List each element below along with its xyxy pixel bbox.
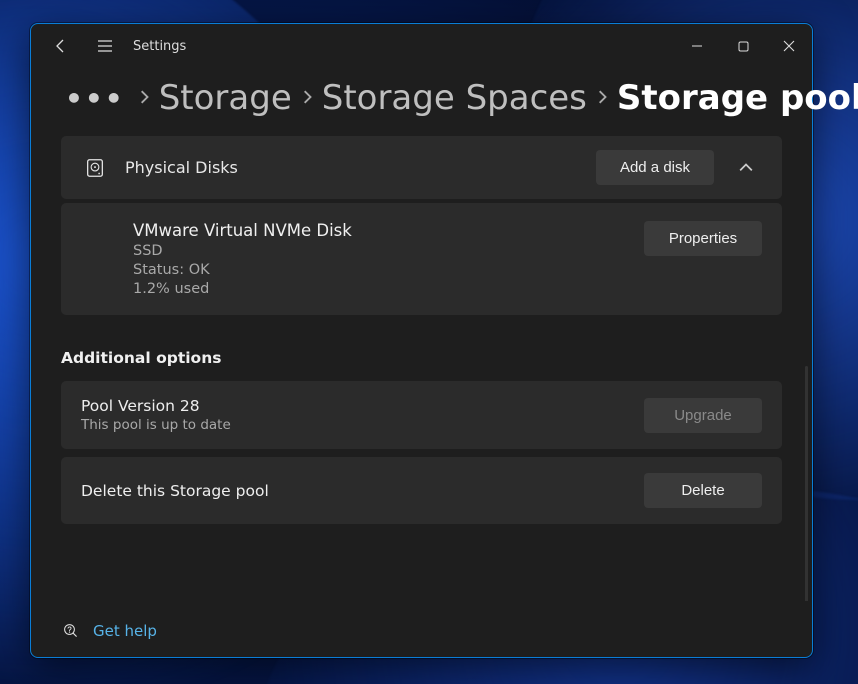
chevron-right-icon (300, 88, 314, 109)
close-button[interactable] (766, 30, 812, 62)
minimize-icon (691, 40, 703, 52)
physical-disks-label: Physical Disks (125, 158, 238, 177)
menu-icon (97, 39, 113, 53)
disk-icon (81, 154, 109, 182)
disk-status: Status: OK (133, 262, 628, 278)
settings-window: Settings ••• Storage Storage Spaces Stor… (30, 23, 813, 658)
delete-pool-title: Delete this Storage pool (81, 482, 628, 500)
delete-button[interactable]: Delete (644, 473, 762, 508)
chevron-right-icon (595, 88, 609, 109)
collapse-toggle[interactable] (730, 152, 762, 184)
pool-version-subtitle: This pool is up to date (81, 417, 628, 433)
breadcrumb-link-storage[interactable]: Storage (159, 78, 292, 118)
arrow-left-icon (53, 38, 69, 54)
help-icon (61, 621, 81, 641)
maximize-icon (738, 41, 749, 52)
back-button[interactable] (39, 24, 83, 68)
chevron-right-icon (137, 88, 151, 109)
pool-version-title: Pool Version 28 (81, 397, 628, 415)
disk-item: VMware Virtual NVMe Disk SSD Status: OK … (61, 203, 782, 315)
title-bar: Settings (31, 24, 812, 68)
hamburger-button[interactable] (83, 24, 127, 68)
close-icon (783, 40, 795, 52)
delete-pool-card: Delete this Storage pool Delete (61, 457, 782, 524)
maximize-button[interactable] (720, 30, 766, 62)
breadcrumb-current: Storage pool (617, 78, 858, 118)
additional-options-label: Additional options (61, 349, 782, 367)
breadcrumb: ••• Storage Storage Spaces Storage pool (31, 68, 812, 136)
pool-version-card: Pool Version 28 This pool is up to date … (61, 381, 782, 449)
disk-type: SSD (133, 243, 628, 259)
add-disk-button[interactable]: Add a disk (596, 150, 714, 185)
disk-properties-button[interactable]: Properties (644, 221, 762, 256)
scrollbar-thumb[interactable] (805, 366, 808, 601)
minimize-button[interactable] (674, 30, 720, 62)
content-scroll[interactable]: Physical Disks Add a disk VMware Virtual… (31, 136, 812, 601)
footer: Get help (31, 601, 812, 657)
get-help-link[interactable]: Get help (93, 622, 157, 640)
disk-usage: 1.2% used (133, 281, 628, 297)
breadcrumb-overflow[interactable]: ••• (61, 82, 129, 115)
breadcrumb-link-storage-spaces[interactable]: Storage Spaces (322, 78, 587, 118)
upgrade-button: Upgrade (644, 398, 762, 433)
window-title: Settings (133, 39, 186, 54)
physical-disks-header-card: Physical Disks Add a disk (61, 136, 782, 199)
chevron-up-icon (739, 161, 753, 175)
disk-name: VMware Virtual NVMe Disk (133, 221, 628, 240)
